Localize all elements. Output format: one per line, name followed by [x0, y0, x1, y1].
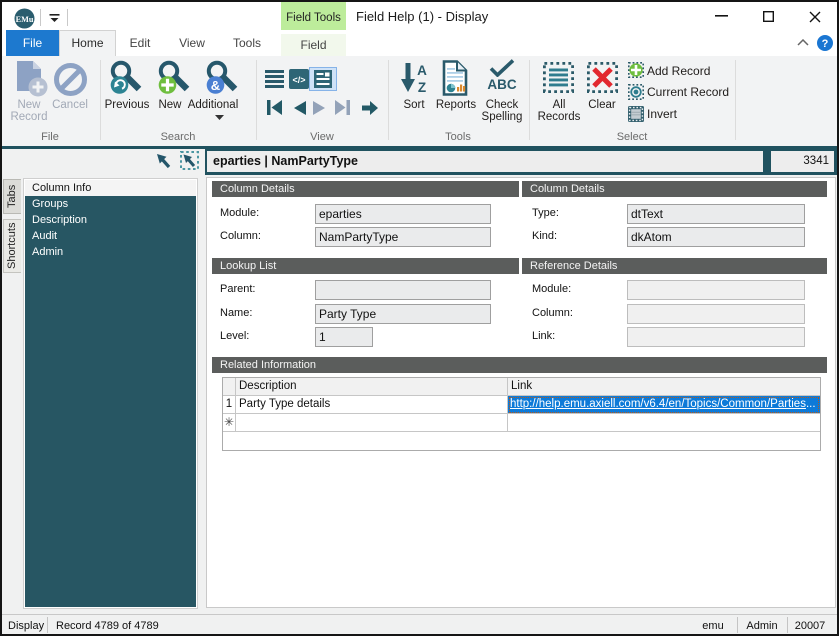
svg-text:Z: Z: [418, 80, 426, 94]
svg-text:EMu: EMu: [16, 15, 34, 24]
svg-text:?: ?: [822, 38, 829, 50]
svg-text:</>: </>: [292, 75, 305, 85]
svg-text:&: &: [211, 78, 220, 93]
svg-text:A: A: [417, 63, 427, 78]
